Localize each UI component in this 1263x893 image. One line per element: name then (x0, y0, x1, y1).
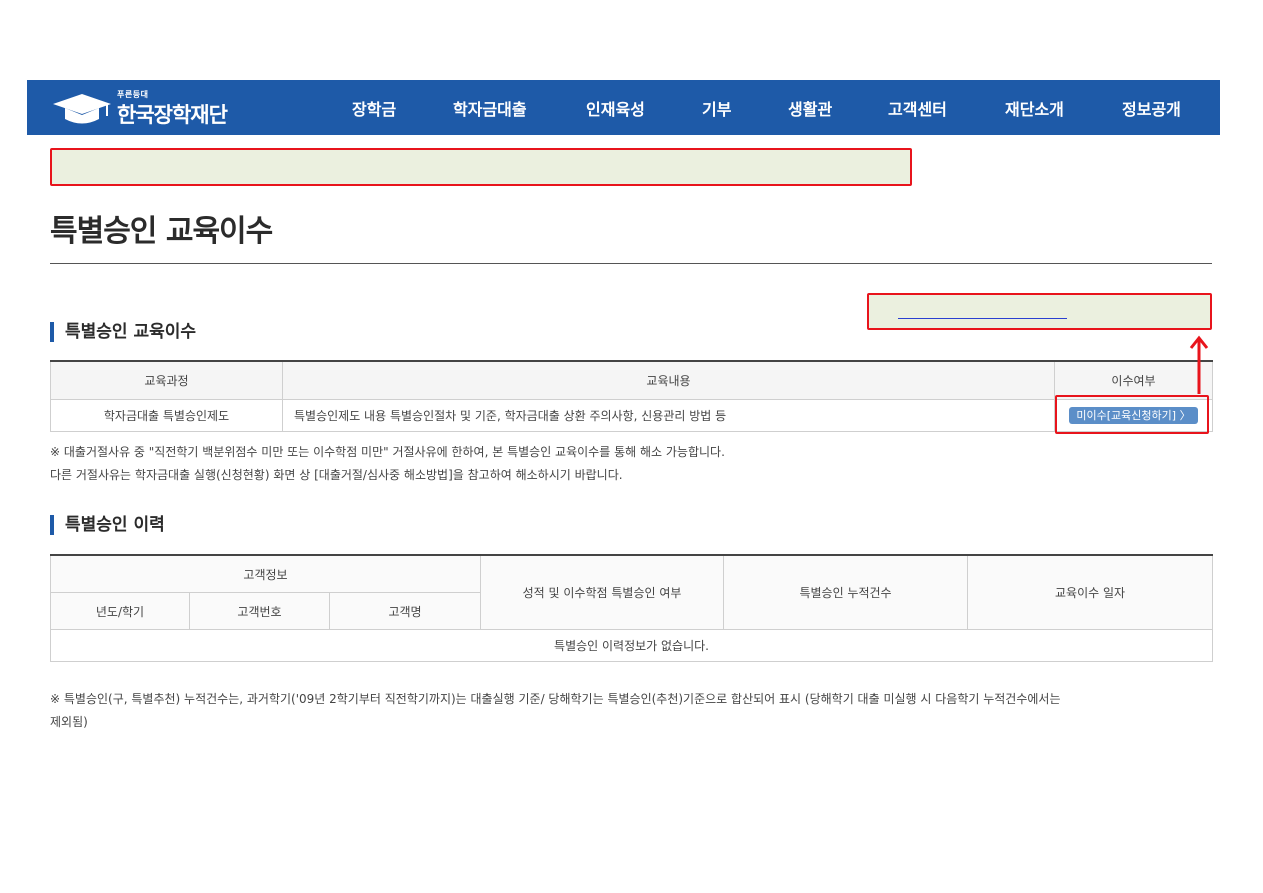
footnote-line-2: 제외됨) (50, 715, 88, 729)
course-cell: 학자금대출 특별승인제도 (50, 399, 283, 432)
highlighted-notice-area (50, 148, 912, 186)
column-header-year-semester: 년도/학기 (50, 592, 190, 630)
red-arrow-annotation (1189, 335, 1209, 394)
top-navigation-bar: 푸른등대 한국장학재단 장학금 학자금대출 인재육성 기부 생활관 고객센터 재… (27, 80, 1220, 135)
nav-item-disclosure[interactable]: 정보공개 (1122, 80, 1181, 135)
column-header-count: 특별승인 누적건수 (723, 554, 969, 630)
empty-message: 특별승인 이력정보가 없습니다. (49, 629, 1214, 662)
note-line-2: 다른 거절사유는 학자금대출 실행(신청현황) 화면 상 [대출거절/심사중 해… (50, 468, 623, 482)
education-table: 교육과정 교육내용 이수여부 학자금대출 특별승인제도 특별승인제도 내용 특별… (50, 360, 1213, 432)
nav-item-donation[interactable]: 기부 (702, 80, 731, 135)
table-row: 특별승인 이력정보가 없습니다. (49, 629, 1214, 662)
status-highlight-box (1055, 395, 1209, 434)
nav-item-about[interactable]: 재단소개 (1005, 80, 1064, 135)
rejection-note: ※ 대출거절사유 중 "직전학기 백분위점수 미만 또는 이수학점 미만" 거절… (50, 441, 725, 487)
footnote-line-1: ※ 특별승인(구, 특별추천) 누적건수는, 과거학기('09년 2학기부터 직… (50, 692, 1061, 706)
column-header-date: 교육이수 일자 (967, 554, 1214, 630)
logo-text: 한국장학재단 (117, 103, 228, 127)
column-header-customer-name: 고객명 (328, 592, 482, 630)
graduation-cap-icon (53, 94, 111, 124)
table-row: 학자금대출 특별승인제도 특별승인제도 내용 특별승인절차 및 기준, 학자금대… (50, 399, 1213, 432)
column-header-approval: 성적 및 이수학점 특별승인 여부 (480, 554, 725, 630)
column-header-customer-info: 고객정보 (49, 554, 482, 593)
kosaf-logo[interactable]: 푸른등대 한국장학재단 (51, 88, 241, 128)
page-title: 특별승인 교육이수 (50, 214, 273, 249)
column-header-customer-number: 고객번호 (189, 592, 330, 630)
link-underline[interactable] (898, 318, 1067, 319)
nav-item-customer-center[interactable]: 고객센터 (888, 80, 947, 135)
note-line-1: ※ 대출거절사유 중 "직전학기 백분위점수 미만 또는 이수학점 미만" 거절… (50, 445, 725, 459)
section-title-history: 특별승인 이력 (50, 515, 165, 535)
column-header-content: 교육내용 (282, 360, 1055, 400)
nav-item-dormitory[interactable]: 생활관 (788, 80, 832, 135)
content-cell: 특별승인제도 내용 특별승인절차 및 기준, 학자금대출 상환 주의사항, 신용… (282, 399, 1055, 432)
history-footnote: ※ 특별승인(구, 특별추천) 누적건수는, 과거학기('09년 2학기부터 직… (50, 688, 1212, 734)
highlighted-link-area[interactable] (867, 293, 1212, 330)
nav-item-talent[interactable]: 인재육성 (586, 80, 645, 135)
column-header-course: 교육과정 (50, 360, 283, 400)
nav-item-student-loan[interactable]: 학자금대출 (453, 80, 527, 135)
section-title-education: 특별승인 교육이수 (50, 322, 196, 342)
history-table: 고객정보 성적 및 이수학점 특별승인 여부 특별승인 누적건수 교육이수 일자… (49, 554, 1214, 662)
nav-item-scholarship[interactable]: 장학금 (352, 80, 396, 135)
title-divider (50, 263, 1212, 264)
